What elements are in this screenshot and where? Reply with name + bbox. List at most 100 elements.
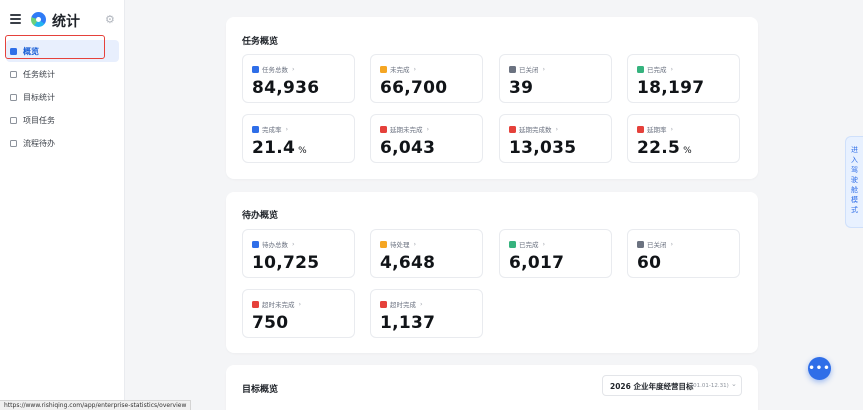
chevron-right-icon: › bbox=[413, 240, 417, 248]
goal-overview-title: 目标概览 bbox=[242, 385, 279, 395]
stat-value: 4,648 bbox=[380, 253, 436, 273]
stat-label: 延期完成数 bbox=[519, 126, 552, 134]
stat-tile[interactable]: 超时完成 › 1,137 bbox=[370, 289, 483, 338]
goal-stats-icon bbox=[10, 93, 17, 101]
stat-unit: % bbox=[298, 146, 308, 156]
stat-label: 待办总数 bbox=[262, 241, 288, 249]
closed-icon bbox=[509, 65, 516, 73]
sidebar-item-label: 流程待办 bbox=[23, 138, 55, 148]
app-title: 统计 bbox=[52, 14, 80, 30]
stat-tile[interactable]: 超时未完成 › 750 bbox=[242, 289, 355, 338]
stat-value: 22.5% bbox=[637, 138, 693, 158]
stat-value: 39 bbox=[509, 78, 534, 98]
stat-tile[interactable]: 已完成 › 18,197 bbox=[627, 54, 740, 103]
stat-tile[interactable]: 任务总数 › 84,936 bbox=[242, 54, 355, 103]
stat-unit: % bbox=[683, 146, 693, 156]
stat-tile[interactable]: 待办总数 › 10,725 bbox=[242, 229, 355, 278]
timeout-incomplete-icon bbox=[252, 300, 259, 308]
completed-icon bbox=[509, 240, 516, 248]
chevron-down-icon: ⌄ bbox=[731, 380, 737, 388]
stat-value: 18,197 bbox=[637, 78, 705, 98]
chevron-right-icon: › bbox=[670, 65, 674, 73]
goal-select[interactable]: 2026 企业年度经营目标 (01.01-12.31) ⌄ bbox=[602, 375, 742, 396]
sidebar-item-label: 概览 bbox=[23, 46, 39, 56]
chevron-right-icon: › bbox=[292, 240, 295, 248]
chevron-right-icon: › bbox=[426, 125, 430, 133]
task-overview-card: 任务概览 任务总数 › 84,936 未完成 › 66,700 已关闭 › 39 已完… bbox=[226, 17, 758, 179]
stat-tile[interactable]: 已关闭 › 39 bbox=[499, 54, 612, 103]
stat-tile[interactable]: 延期完成数 › 13,035 bbox=[499, 114, 612, 163]
stat-label: 完成率 bbox=[262, 126, 282, 134]
stat-label: 超时完成 bbox=[390, 301, 416, 309]
stat-value: 6,017 bbox=[509, 253, 565, 273]
stat-label: 待处理 bbox=[390, 241, 410, 249]
chevron-right-icon: › bbox=[285, 125, 289, 133]
overdue-completed-icon bbox=[509, 125, 516, 133]
stat-tile[interactable]: 未完成 › 66,700 bbox=[370, 54, 483, 103]
timeout-completed-icon bbox=[380, 300, 387, 308]
stat-value: 66,700 bbox=[380, 78, 448, 98]
stat-label: 延期率 bbox=[647, 126, 667, 134]
stat-value: 13,035 bbox=[509, 138, 577, 158]
more-options-button[interactable]: ••• bbox=[808, 357, 831, 380]
stat-label: 已关闭 bbox=[647, 241, 667, 249]
gear-icon[interactable]: ⚙ bbox=[105, 13, 115, 26]
menu-icon[interactable] bbox=[10, 14, 21, 24]
sidebar: 统计 ⚙ 概览 任务统计 目标统计 项目任务 流程待办 bbox=[0, 0, 125, 410]
stat-tile[interactable]: 完成率 › 21.4% bbox=[242, 114, 355, 163]
incomplete-icon bbox=[380, 65, 387, 73]
stat-tile[interactable]: 已关闭 › 60 bbox=[627, 229, 740, 278]
chevron-right-icon: › bbox=[542, 240, 546, 248]
completion-rate-icon bbox=[252, 125, 259, 133]
sidebar-item-project-tasks[interactable]: 项目任务 bbox=[6, 109, 119, 131]
closed-icon bbox=[637, 240, 644, 248]
todo-overview-title: 待办概览 bbox=[242, 211, 279, 221]
stat-label: 未完成 bbox=[390, 66, 410, 74]
stat-value: 21.4% bbox=[252, 138, 308, 158]
sidebar-item-goal-stats[interactable]: 目标统计 bbox=[6, 86, 119, 108]
sidebar-item-label: 项目任务 bbox=[23, 115, 55, 125]
sidebar-header: 统计 ⚙ bbox=[0, 10, 125, 32]
stat-label: 已完成 bbox=[519, 241, 539, 249]
chevron-right-icon: › bbox=[670, 125, 674, 133]
pending-icon bbox=[380, 240, 387, 248]
todo-overview-card: 待办概览 待办总数 › 10,725 待处理 › 4,648 已完成 › 6,017 … bbox=[226, 192, 758, 353]
stat-tile[interactable]: 待处理 › 4,648 bbox=[370, 229, 483, 278]
task-stats-icon bbox=[10, 70, 17, 78]
project-tasks-icon bbox=[10, 116, 17, 124]
stat-tile[interactable]: 延期未完成 › 6,043 bbox=[370, 114, 483, 163]
stat-value: 84,936 bbox=[252, 78, 320, 98]
more-dots-icon: ••• bbox=[808, 363, 831, 374]
overdue-rate-icon bbox=[637, 125, 644, 133]
app-logo bbox=[31, 12, 46, 27]
chevron-right-icon: › bbox=[670, 240, 674, 248]
completed-icon bbox=[637, 65, 644, 73]
chevron-right-icon: › bbox=[420, 300, 423, 308]
chevron-right-icon: › bbox=[292, 65, 295, 73]
stat-label: 已完成 bbox=[647, 66, 667, 74]
stat-tile[interactable]: 已完成 › 6,017 bbox=[499, 229, 612, 278]
overdue-incomplete-icon bbox=[380, 125, 387, 133]
stat-label: 任务总数 bbox=[262, 66, 288, 74]
sidebar-item-overview[interactable]: 概览 bbox=[6, 40, 119, 62]
stat-label: 超时未完成 bbox=[262, 301, 295, 309]
stat-value: 60 bbox=[637, 253, 662, 273]
goal-select-value: 2026 企业年度经营目标 bbox=[610, 382, 694, 391]
stat-tile[interactable]: 延期率 › 22.5% bbox=[627, 114, 740, 163]
chevron-right-icon: › bbox=[555, 125, 559, 133]
stat-value: 750 bbox=[252, 313, 289, 333]
stat-label: 延期未完成 bbox=[390, 126, 423, 134]
chevron-right-icon: › bbox=[542, 65, 546, 73]
cockpit-mode-label: 进入驾驶舱模式 bbox=[851, 146, 858, 214]
sidebar-item-workflow-todo[interactable]: 流程待办 bbox=[6, 132, 119, 154]
cockpit-mode-tab[interactable]: 进入驾驶舱模式 bbox=[845, 136, 863, 228]
task-overview-title: 任务概览 bbox=[242, 37, 279, 47]
goal-select-range: (01.01-12.31) bbox=[691, 382, 729, 389]
sidebar-item-label: 目标统计 bbox=[23, 92, 55, 102]
overview-icon bbox=[10, 47, 17, 55]
stat-value: 10,725 bbox=[252, 253, 320, 273]
sidebar-item-task-stats[interactable]: 任务统计 bbox=[6, 63, 119, 85]
todo-total-icon bbox=[252, 240, 259, 248]
chevron-right-icon: › bbox=[298, 300, 302, 308]
task-total-icon bbox=[252, 65, 259, 73]
